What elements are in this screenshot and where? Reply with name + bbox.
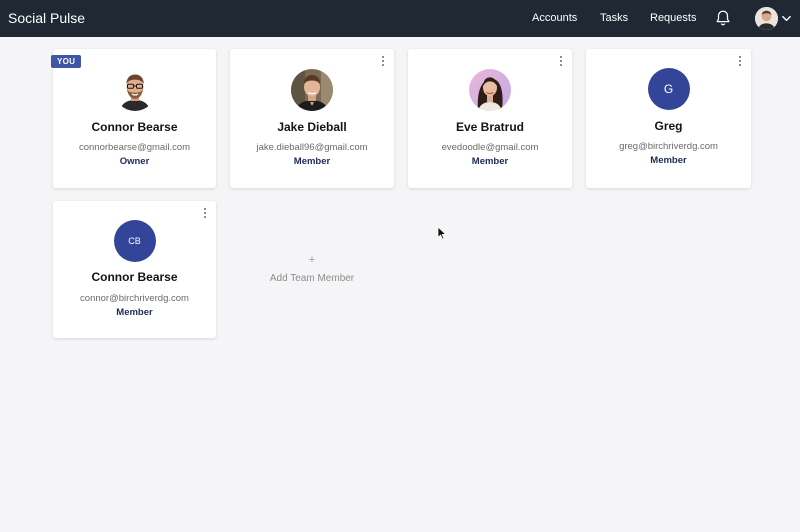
member-email: greg@birchriverdg.com [619, 141, 718, 152]
mouse-cursor-icon [437, 226, 447, 240]
user-avatar[interactable] [755, 7, 778, 30]
add-team-member-button[interactable]: + Add Team Member [230, 201, 394, 338]
member-initials-avatar: CB [113, 220, 156, 262]
member-name: Connor Bearse [91, 270, 178, 284]
more-options-icon[interactable] [558, 56, 564, 68]
plus-icon: + [308, 254, 316, 266]
more-options-icon[interactable] [202, 208, 208, 220]
chevron-down-icon[interactable] [781, 13, 792, 24]
member-role: Member [471, 156, 509, 167]
member-email: connorbearse@gmail.com [78, 142, 191, 153]
member-role: Member [650, 155, 687, 166]
you-badge: YOU [51, 55, 82, 68]
bell-icon[interactable] [714, 9, 732, 27]
member-email: connor@birchriverdg.com [80, 293, 189, 304]
member-email: evedoodle@gmail.com [441, 142, 539, 153]
team-member-card: YOU Connor Bearse connorbearse@gmail.com… [51, 49, 216, 188]
member-name: Eve Bratrud [455, 120, 525, 134]
member-role: Owner [119, 156, 150, 167]
nav-accounts[interactable]: Accounts [532, 12, 577, 24]
team-member-card: CB Connor Bearse connor@birchriverdg.com… [53, 201, 216, 338]
member-role: Member [293, 156, 331, 167]
top-navigation-bar: Social Pulse Accounts Tasks Requests [0, 0, 800, 37]
member-name: Greg [654, 119, 683, 133]
user-avatar-image [755, 7, 778, 30]
team-member-card: Jake Dieball jake.dieball96@gmail.com Me… [230, 49, 394, 188]
member-avatar [469, 69, 511, 111]
member-avatar [113, 69, 156, 111]
member-initials-avatar: G [647, 68, 690, 110]
nav-tasks[interactable]: Tasks [600, 12, 628, 24]
more-options-icon[interactable] [737, 56, 743, 68]
member-role: Member [116, 307, 153, 318]
team-member-card: Eve Bratrud evedoodle@gmail.com Member [408, 49, 572, 188]
member-name: Jake Dieball [277, 120, 347, 134]
team-member-card: G Greg greg@birchriverdg.com Member [586, 49, 751, 188]
app-title[interactable]: Social Pulse [8, 10, 85, 26]
nav-requests[interactable]: Requests [650, 12, 696, 24]
add-team-member-label: Add Team Member [269, 273, 355, 284]
member-email: jake.dieball96@gmail.com [256, 142, 368, 153]
member-name: Connor Bearse [91, 120, 178, 134]
more-options-icon[interactable] [380, 56, 386, 68]
member-avatar [291, 69, 333, 111]
